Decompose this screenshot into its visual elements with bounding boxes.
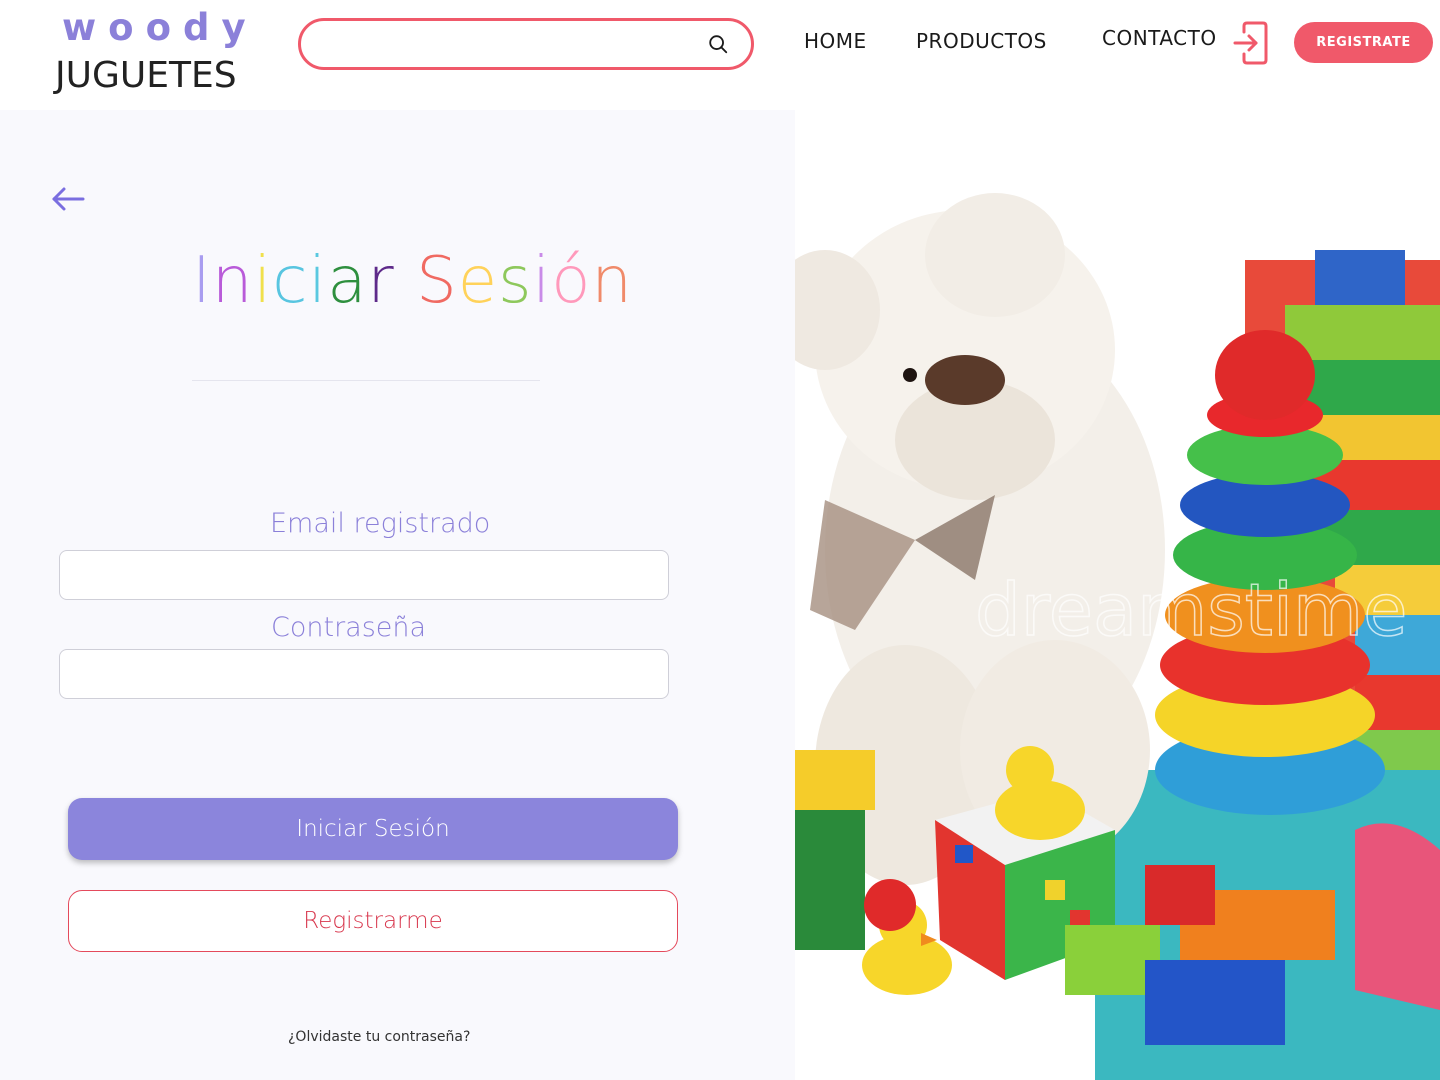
lego-blue	[1145, 960, 1285, 1045]
nav-contacto[interactable]: CONTACTO	[1102, 26, 1217, 50]
title-letter: s	[498, 244, 533, 318]
nav-home[interactable]: HOME	[804, 29, 867, 53]
title-letter: i	[532, 244, 552, 318]
title-word-iniciar: Iniciar	[192, 244, 395, 318]
login-icon[interactable]	[1232, 20, 1270, 66]
title-divider	[192, 380, 540, 381]
block-yellow	[795, 750, 875, 810]
title-word-sesion: Sesión	[416, 244, 633, 318]
search-icon[interactable]	[707, 33, 729, 55]
title-letter: c	[272, 244, 309, 318]
email-field[interactable]	[59, 550, 669, 600]
title-letter: i	[308, 244, 328, 318]
login-title: Iniciar Sesión	[192, 244, 632, 318]
email-label: Email registrado	[270, 508, 491, 539]
title-letter: r	[367, 244, 395, 318]
block-green	[795, 810, 865, 950]
title-letter: n	[591, 244, 633, 318]
search-input[interactable]	[323, 31, 703, 57]
lego-red	[1145, 865, 1215, 925]
hero-toys-image: dreamstime	[795, 110, 1440, 1080]
logo-woody[interactable]: woody	[62, 6, 258, 49]
title-letter: ó	[551, 244, 592, 318]
toys-illustration: dreamstime	[795, 193, 1440, 1080]
title-space	[395, 244, 416, 318]
title-letter: a	[327, 244, 368, 318]
title-letter: S	[416, 244, 458, 318]
title-letter: n	[211, 244, 254, 318]
login-button[interactable]: Iniciar Sesión	[68, 798, 678, 860]
title-letter: e	[457, 244, 499, 318]
nav-productos[interactable]: PRODUCTOS	[916, 29, 1047, 53]
arrow-left-icon[interactable]	[50, 185, 86, 213]
logo-juguetes[interactable]: JUGUETES	[55, 55, 237, 96]
register-button[interactable]: REGISTRATE	[1294, 22, 1433, 63]
title-letter: I	[192, 244, 212, 318]
red-ball	[864, 879, 916, 931]
site-header: woody JUGUETES HOME PRODUCTOS CONTACTO R…	[0, 0, 1440, 110]
password-label: Contraseña	[271, 612, 427, 643]
password-field[interactable]	[59, 649, 669, 699]
watermark-text: dreamstime	[975, 568, 1407, 652]
title-letter: i	[253, 244, 273, 318]
search-bar[interactable]	[298, 18, 754, 70]
registrarme-button[interactable]: Registrarme	[68, 890, 678, 952]
forgot-password-link[interactable]: ¿Olvidaste tu contraseña?	[288, 1029, 470, 1045]
